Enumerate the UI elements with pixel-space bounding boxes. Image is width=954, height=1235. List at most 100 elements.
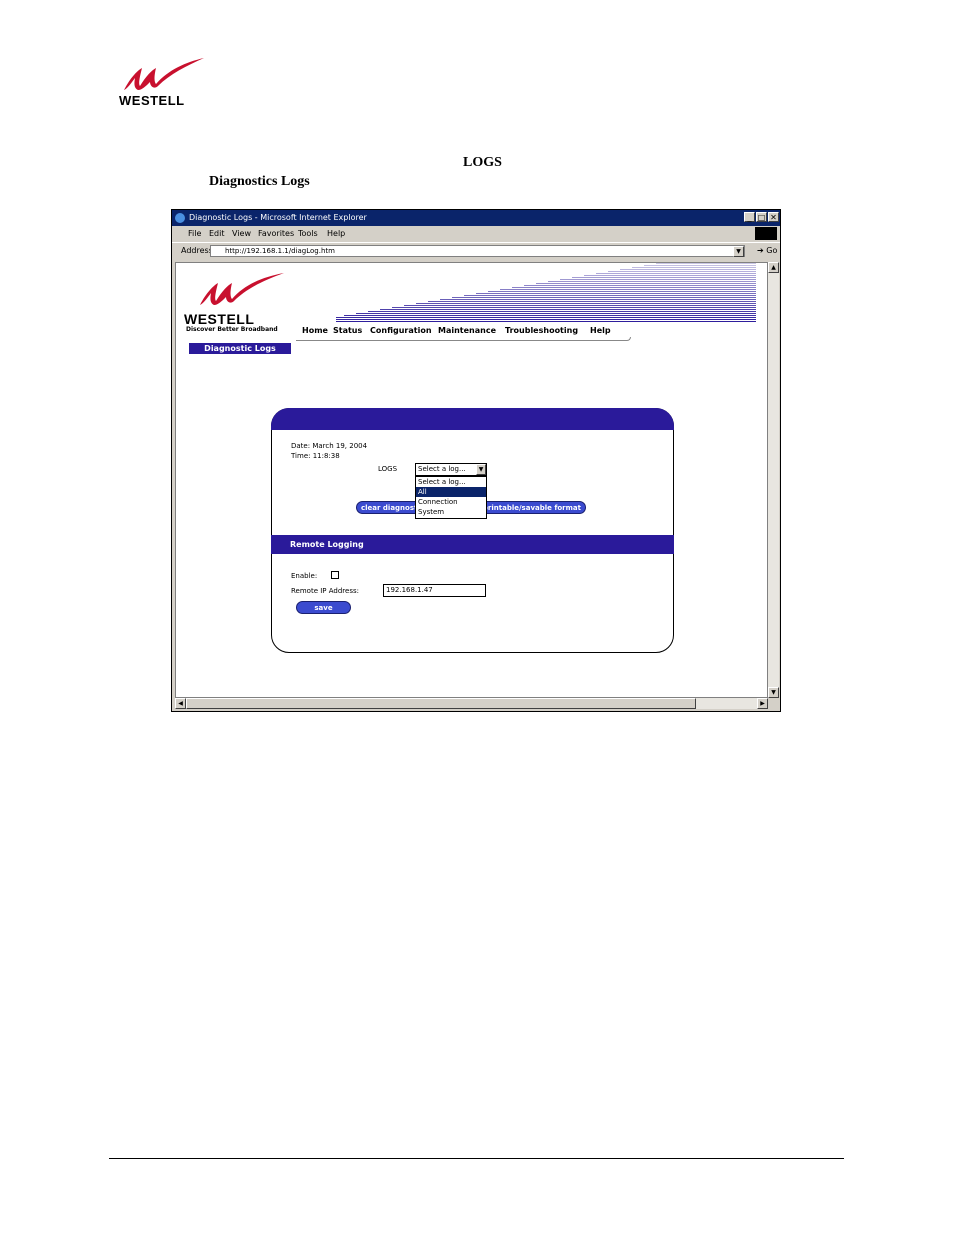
scroll-left-icon[interactable]: ◀ xyxy=(175,698,186,709)
browser-window: Diagnostic Logs - Microsoft Internet Exp… xyxy=(171,209,781,712)
logs-option[interactable]: System xyxy=(416,507,486,517)
logs-dropdown-list: Select a log... All Connection System xyxy=(415,476,487,519)
title-bar: Diagnostic Logs - Microsoft Internet Exp… xyxy=(172,210,780,226)
save-label: save xyxy=(314,604,333,612)
header-stripe xyxy=(404,305,756,306)
horizontal-scrollbar[interactable]: ◀ ▶ xyxy=(175,698,768,709)
brand-logo-text: WESTELL xyxy=(119,93,185,108)
horizontal-scroll-thumb[interactable] xyxy=(186,698,696,709)
header-stripe xyxy=(596,273,756,274)
logs-option[interactable]: Select a log... xyxy=(416,477,486,487)
enable-label: Enable: xyxy=(291,572,318,580)
page-viewport: WESTELL Discover Better Broadband Home S… xyxy=(175,262,768,698)
scroll-right-icon[interactable]: ▶ xyxy=(757,698,768,709)
header-stripe xyxy=(356,313,756,314)
westell-logo-icon xyxy=(200,273,284,305)
tab-diagnostic-logs[interactable]: Diagnostic Logs xyxy=(189,343,291,354)
save-button[interactable]: save xyxy=(296,601,351,614)
remote-ip-value: 192.168.1.47 xyxy=(386,586,433,594)
header-stripe xyxy=(512,287,756,288)
header-stripe xyxy=(380,309,756,310)
header-stripe xyxy=(336,321,756,322)
logs-heading: LOGS xyxy=(463,155,502,170)
header-stripe xyxy=(336,317,756,318)
go-button[interactable]: ➔ Go xyxy=(757,246,777,255)
enable-checkbox[interactable] xyxy=(331,571,339,579)
westell-logo-icon xyxy=(124,58,204,90)
header-stripe xyxy=(524,285,756,286)
menu-favorites[interactable]: Favorites xyxy=(258,229,294,238)
page-brand: WESTELL xyxy=(184,311,255,327)
maximize-button[interactable]: □ xyxy=(756,212,767,222)
header-stripe xyxy=(572,277,756,278)
header-stripe xyxy=(428,301,756,302)
header-stripe xyxy=(500,289,756,290)
menu-help[interactable]: Help xyxy=(327,229,345,238)
vertical-scrollbar[interactable]: ▲ ▼ xyxy=(768,262,779,698)
go-arrow-icon: ➔ xyxy=(757,246,764,255)
go-label: Go xyxy=(766,246,778,255)
header-stripe xyxy=(632,267,756,268)
header-stripe xyxy=(548,281,756,282)
address-value: http://192.168.1.1/diagLog.htm xyxy=(225,247,335,255)
address-dropdown-button[interactable]: ▼ xyxy=(733,246,744,257)
close-button[interactable]: ✕ xyxy=(768,212,779,222)
nav-configuration[interactable]: Configuration xyxy=(370,326,432,335)
header-stripe xyxy=(336,319,756,320)
nav-troubleshooting[interactable]: Troubleshooting xyxy=(505,326,578,335)
panel-header xyxy=(271,408,674,430)
time-text: Time: 11:8:38 xyxy=(291,452,340,460)
header-stripe xyxy=(440,299,756,300)
header-stripe xyxy=(344,315,756,316)
logs-option-selected[interactable]: All xyxy=(416,487,486,497)
nav-underline xyxy=(296,337,631,341)
menu-view[interactable]: View xyxy=(232,229,251,238)
date-text: Date: March 19, 2004 xyxy=(291,442,368,450)
logs-option[interactable]: Connection xyxy=(416,497,486,507)
menu-tools[interactable]: Tools xyxy=(298,229,318,238)
header-stripe xyxy=(608,271,756,272)
logs-select[interactable]: Select a log... ▼ xyxy=(415,463,487,476)
header-stripe xyxy=(392,307,756,308)
diagnostics-logs-heading: Diagnostics Logs xyxy=(209,174,310,189)
window-title: Diagnostic Logs - Microsoft Internet Exp… xyxy=(189,213,367,222)
header-stripe xyxy=(644,265,756,266)
nav-status[interactable]: Status xyxy=(333,326,362,335)
remote-ip-input[interactable]: 192.168.1.47 xyxy=(383,584,486,597)
nav-help[interactable]: Help xyxy=(590,326,611,335)
menu-edit[interactable]: Edit xyxy=(209,229,225,238)
header-stripes-graphic xyxy=(336,263,756,322)
footer-rule xyxy=(109,1158,844,1159)
page-tagline: Discover Better Broadband xyxy=(186,326,278,333)
ie-icon xyxy=(175,213,185,223)
menu-file[interactable]: File xyxy=(188,229,201,238)
scroll-up-icon[interactable]: ▲ xyxy=(768,262,779,273)
header-stripe xyxy=(476,293,756,294)
header-stripe xyxy=(584,275,756,276)
windows-logo-icon xyxy=(755,227,777,240)
header-stripe xyxy=(560,279,756,280)
nav-maintenance[interactable]: Maintenance xyxy=(438,326,496,335)
header-stripe xyxy=(488,291,756,292)
address-input[interactable]: http://192.168.1.1/diagLog.htm xyxy=(210,245,745,257)
remote-logging-title: Remote Logging xyxy=(290,540,364,549)
remote-logging-header: Remote Logging xyxy=(271,535,674,554)
header-stripe xyxy=(536,283,756,284)
address-label: Address xyxy=(181,246,213,255)
header-stripe xyxy=(620,269,756,270)
logs-select-value: Select a log... xyxy=(418,465,466,473)
header-stripe xyxy=(656,263,756,264)
diagnostic-panel: Date: March 19, 2004 Time: 11:8:38 LOGS … xyxy=(271,408,674,653)
minimize-button[interactable]: _ xyxy=(744,212,755,222)
header-stripe xyxy=(452,297,756,298)
header-stripe xyxy=(368,311,756,312)
scroll-down-icon[interactable]: ▼ xyxy=(768,687,779,698)
menu-bar: File Edit View Favorites Tools Help xyxy=(172,226,780,242)
logs-label: LOGS xyxy=(378,465,398,473)
header-stripe xyxy=(464,295,756,296)
nav-home[interactable]: Home xyxy=(302,326,328,335)
chevron-down-icon: ▼ xyxy=(476,464,486,475)
header-stripe xyxy=(416,303,756,304)
remote-ip-label: Remote IP Address: xyxy=(291,587,359,595)
address-bar: Address http://192.168.1.1/diagLog.htm ▼… xyxy=(172,242,780,261)
